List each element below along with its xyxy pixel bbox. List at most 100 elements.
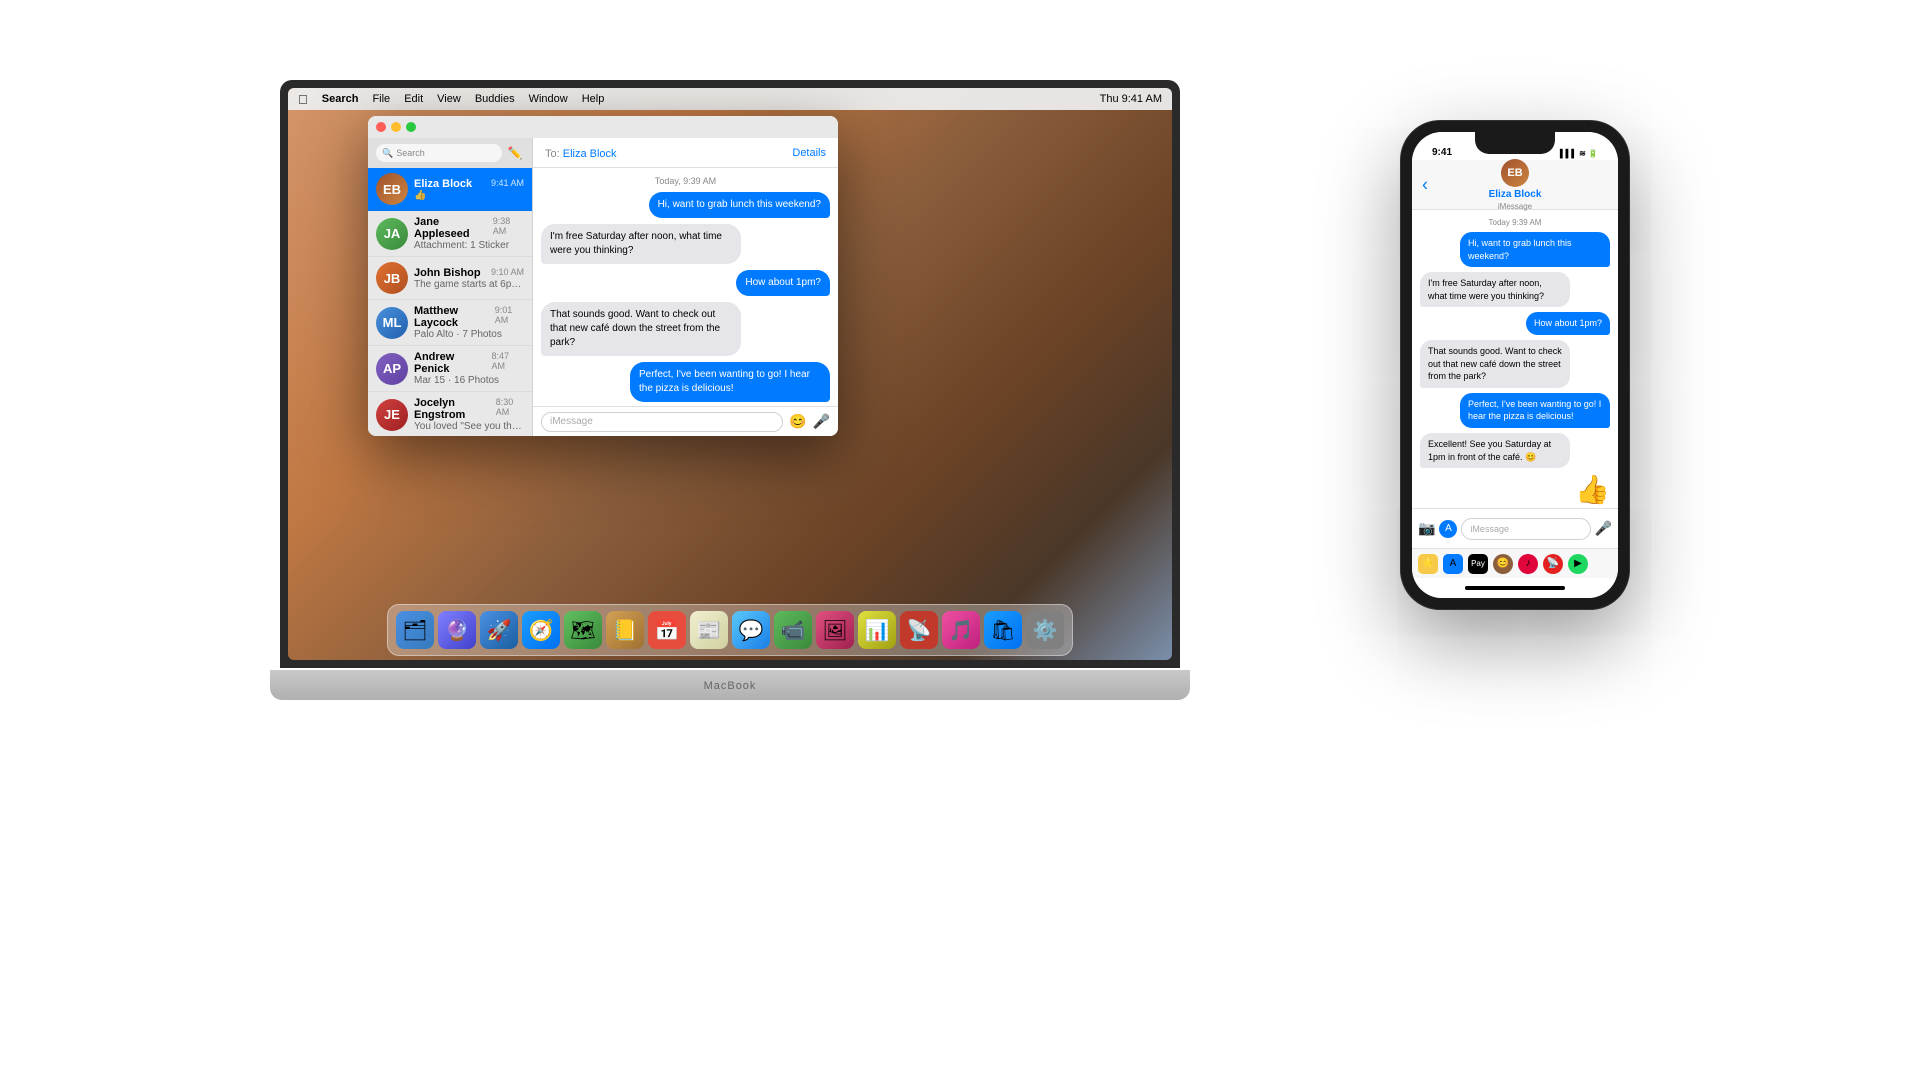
iphone-app-memoji[interactable]: ⭐ bbox=[1418, 554, 1438, 574]
dock-messages[interactable]: 💬 bbox=[732, 611, 770, 649]
dock-launchpad[interactable]: 🚀 bbox=[480, 611, 518, 649]
dock-appstore[interactable]: 🛍 bbox=[984, 611, 1022, 649]
macbook-body: MacBook bbox=[270, 670, 1190, 700]
imessage-input[interactable]: iMessage bbox=[541, 412, 783, 432]
iphone-message-input[interactable]: iMessage bbox=[1461, 518, 1590, 540]
iphone-camera-button[interactable]: 📷 bbox=[1418, 520, 1435, 537]
search-placeholder: Search bbox=[396, 148, 425, 158]
message-row-1: Hi, want to grab lunch this weekend? bbox=[541, 192, 830, 218]
macbook-lid:  Search File Edit View Buddies Window H… bbox=[280, 80, 1180, 668]
chat-messages: Today, 9:39 AM Hi, want to grab lunch th… bbox=[533, 168, 838, 406]
conversation-item-jane[interactable]: JA Jane Appleseed 9:38 AM Attachment: 1 … bbox=[368, 211, 532, 257]
iphone-msg-4: That sounds good. Want to check out that… bbox=[1420, 340, 1570, 388]
iphone-app-music2[interactable]: ♪ bbox=[1518, 554, 1538, 574]
conv-info-matthew: Matthew Laycock 9:01 AM Palo Alto · 7 Ph… bbox=[414, 305, 524, 340]
iphone-app-spotify[interactable]: ▶ bbox=[1568, 554, 1588, 574]
apple-menu-icon[interactable]:  bbox=[298, 92, 308, 107]
menu-window[interactable]: Window bbox=[529, 93, 568, 105]
dock-maps[interactable]: 🗺 bbox=[564, 611, 602, 649]
dock-siri[interactable]: 🔮 bbox=[438, 611, 476, 649]
iphone-app-pay[interactable]: Pay bbox=[1468, 554, 1488, 574]
conv-info-jocelyn: Jocelyn Engstrom 8:30 AM You loved "See … bbox=[414, 397, 524, 432]
conversation-item-andrew[interactable]: AP Andrew Penick 8:47 AM Mar 15 · 16 Pho… bbox=[368, 346, 532, 392]
iphone-app-icons-bar: ⭐ A Pay 😊 ♪ 📡 ▶ bbox=[1412, 548, 1618, 578]
chat-area: To: Eliza Block Details Today, 9:39 AM H… bbox=[533, 138, 838, 436]
iphone-appstore-button[interactable]: A bbox=[1439, 520, 1457, 538]
conversations-sidebar: 🔍 Search ✏️ EB Eliz bbox=[368, 138, 533, 436]
iphone-time: 9:41 bbox=[1432, 139, 1452, 158]
avatar-jocelyn: JE bbox=[376, 399, 408, 431]
conversation-item-matthew[interactable]: ML Matthew Laycock 9:01 AM Palo Alto · 7… bbox=[368, 300, 532, 346]
dock-photos[interactable]: 🖼 bbox=[816, 611, 854, 649]
message-bubble-2: I'm free Saturday after noon, what time … bbox=[541, 224, 741, 264]
dock-facetime[interactable]: 📹 bbox=[774, 611, 812, 649]
dock: 🗂 🔮 🚀 🧭 🗺 📒 📅 📰 💬 📹 🖼 📊 📡 🎵 🛍 ⚙️ bbox=[387, 604, 1073, 656]
compose-button[interactable]: ✏️ bbox=[506, 144, 524, 162]
dock-news[interactable]: 📰 bbox=[690, 611, 728, 649]
menu-buddies[interactable]: Buddies bbox=[475, 93, 515, 105]
conv-info-jane: Jane Appleseed 9:38 AM Attachment: 1 Sti… bbox=[414, 216, 524, 251]
iphone-messages: Today 9:39 AM Hi, want to grab lunch thi… bbox=[1412, 210, 1618, 508]
emoji-button[interactable]: 😊 bbox=[789, 413, 806, 430]
audio-button[interactable]: 🎤 bbox=[813, 413, 830, 430]
search-icon: 🔍 bbox=[382, 148, 393, 159]
conversation-item-john[interactable]: JB John Bishop 9:10 AM The game starts a… bbox=[368, 257, 532, 300]
iphone-msg-1: Hi, want to grab lunch this weekend? bbox=[1460, 232, 1610, 267]
message-bubble-3: How about 1pm? bbox=[736, 270, 830, 296]
message-row-4: That sounds good. Want to check out that… bbox=[541, 302, 830, 356]
message-bubble-4: That sounds good. Want to check out that… bbox=[541, 302, 741, 356]
avatar-andrew: AP bbox=[376, 353, 408, 385]
details-button[interactable]: Details bbox=[792, 147, 826, 159]
iphone-notch bbox=[1475, 132, 1555, 154]
conv-info-andrew: Andrew Penick 8:47 AM Mar 15 · 16 Photos bbox=[414, 351, 524, 386]
scene:  Search File Edit View Buddies Window H… bbox=[0, 0, 1920, 1080]
iphone-mic-button[interactable]: 🎤 bbox=[1595, 520, 1612, 537]
home-bar bbox=[1465, 586, 1565, 590]
dock-safari[interactable]: 🧭 bbox=[522, 611, 560, 649]
dock-music[interactable]: 🎵 bbox=[942, 611, 980, 649]
macbook:  Search File Edit View Buddies Window H… bbox=[270, 80, 1190, 700]
iphone-back-button[interactable]: ‹ bbox=[1422, 174, 1428, 195]
dock-system[interactable]: ⚙️ bbox=[1026, 611, 1064, 649]
menubar-right: Thu 9:41 AM bbox=[1100, 93, 1162, 105]
message-bubble-1: Hi, want to grab lunch this weekend? bbox=[649, 192, 830, 218]
menu-help[interactable]: Help bbox=[582, 93, 605, 105]
dock-news-red[interactable]: 📡 bbox=[900, 611, 938, 649]
iphone-home-indicator bbox=[1412, 578, 1618, 598]
minimize-button[interactable] bbox=[391, 122, 401, 132]
menubar:  Search File Edit View Buddies Window H… bbox=[288, 88, 1172, 110]
iphone-app-memoji2[interactable]: 😊 bbox=[1493, 554, 1513, 574]
maximize-button[interactable] bbox=[406, 122, 416, 132]
iphone-msg-6: Excellent! See you Saturday at 1pm in fr… bbox=[1420, 433, 1570, 468]
iphone-app-red[interactable]: 📡 bbox=[1543, 554, 1563, 574]
message-row-5: Perfect, I've been wanting to go! I hear… bbox=[541, 362, 830, 402]
dock-notes[interactable]: 📒 bbox=[606, 611, 644, 649]
conv-name-andrew: Andrew Penick 8:47 AM bbox=[414, 351, 524, 375]
conversation-item-jocelyn[interactable]: JE Jocelyn Engstrom 8:30 AM You loved "S… bbox=[368, 392, 532, 436]
to-label: To: bbox=[545, 148, 563, 160]
close-button[interactable] bbox=[376, 122, 386, 132]
menubar-time: Thu 9:41 AM bbox=[1100, 93, 1162, 105]
chat-header: To: Eliza Block Details bbox=[533, 138, 838, 168]
iphone-msg-5: Perfect, I've been wanting to go! I hear… bbox=[1460, 393, 1610, 428]
menu-file[interactable]: File bbox=[372, 93, 390, 105]
messages-app-name: Search bbox=[322, 93, 359, 105]
iphone-app-store-icon[interactable]: A bbox=[1443, 554, 1463, 574]
iphone-avatar: EB bbox=[1501, 159, 1529, 187]
conv-info-john: John Bishop 9:10 AM The game starts at 6… bbox=[414, 267, 524, 290]
chat-input-area: iMessage 😊 🎤 bbox=[533, 406, 838, 436]
messages-window: 🔍 Search ✏️ EB Eliz bbox=[368, 116, 838, 436]
iphone-chat-header: ‹ EB Eliza Block iMessage bbox=[1412, 160, 1618, 210]
dock-finder[interactable]: 🗂 bbox=[396, 611, 434, 649]
conversation-item-eliza[interactable]: EB Eliza Block 9:41 AM 👍 bbox=[368, 168, 532, 211]
dock-numbers[interactable]: 📊 bbox=[858, 611, 896, 649]
iphone-imessage-label: iMessage bbox=[1498, 202, 1532, 211]
message-row-3: How about 1pm? bbox=[541, 270, 830, 296]
window-titlebar bbox=[368, 116, 838, 138]
menu-edit[interactable]: Edit bbox=[404, 93, 423, 105]
menu-view[interactable]: View bbox=[437, 93, 461, 105]
search-box[interactable]: 🔍 Search bbox=[376, 144, 502, 162]
iphone-input-area: 📷 A iMessage 🎤 bbox=[1412, 508, 1618, 548]
avatar-eliza: EB bbox=[376, 173, 408, 205]
dock-calendar[interactable]: 📅 bbox=[648, 611, 686, 649]
